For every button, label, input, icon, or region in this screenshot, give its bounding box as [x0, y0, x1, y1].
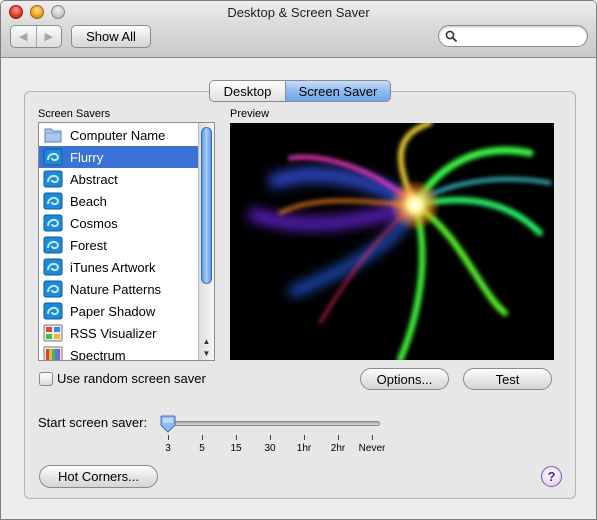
screensaver-swirl-icon [43, 214, 63, 232]
screensaver-swirl-icon [43, 302, 63, 320]
slider-tick [372, 435, 373, 440]
scroll-down-arrow-icon[interactable]: ▼ [199, 347, 214, 360]
slider-tick [202, 435, 203, 440]
slider-tick-label: 2hr [330, 443, 346, 454]
list-item[interactable]: Computer Name [39, 124, 198, 146]
tab-screen-saver[interactable]: Screen Saver [286, 81, 390, 101]
slider-tick-label: 1hr [296, 443, 312, 454]
slider-tick-label: 15 [230, 443, 242, 454]
screen-savers-heading: Screen Savers [38, 108, 111, 120]
list-item[interactable]: Spectrum [39, 344, 198, 361]
list-item-label: Spectrum [70, 347, 126, 361]
slider-tick-label: 3 [165, 443, 171, 454]
list-item[interactable]: iTunes Artwork [39, 256, 198, 278]
random-screen-saver-label: Use random screen saver [57, 371, 206, 386]
list-item[interactable]: Abstract [39, 168, 198, 190]
list-item[interactable]: Flurry [39, 146, 198, 168]
options-button[interactable]: Options... [360, 368, 449, 390]
screensaver-swirl-icon [43, 236, 63, 254]
slider-tick-label: 30 [264, 443, 276, 454]
window-title: Desktop & Screen Saver [227, 5, 370, 20]
scrollbar-thumb[interactable] [201, 127, 212, 284]
forward-arrow-icon[interactable]: ▶ [37, 26, 62, 47]
tab-bar: Desktop Screen Saver [209, 80, 391, 102]
random-screen-saver-checkbox[interactable] [39, 372, 53, 386]
slider-tick-label: 5 [199, 443, 205, 454]
list-item-label: iTunes Artwork [70, 259, 156, 275]
screensaver-swirl-icon [43, 258, 63, 276]
spectrum-icon [43, 346, 63, 360]
screen-saver-preview [230, 123, 554, 360]
tab-desktop[interactable]: Desktop [210, 81, 286, 101]
start-saver-slider-knob[interactable] [160, 415, 176, 433]
list-item[interactable]: Nature Patterns [39, 278, 198, 300]
search-icon [445, 30, 457, 42]
preferences-window: Desktop & Screen Saver ◀ ▶ Show All Desk… [0, 0, 597, 520]
screensaver-swirl-icon [43, 280, 63, 298]
list-item-label: Computer Name [70, 127, 166, 143]
list-item[interactable]: Forest [39, 234, 198, 256]
list-item-label: Paper Shadow [70, 303, 156, 319]
test-button[interactable]: Test [463, 368, 552, 390]
start-saver-slider-track[interactable] [166, 421, 380, 426]
list-scrollbar[interactable]: ▲ ▼ [198, 123, 214, 360]
list-item[interactable]: Cosmos [39, 212, 198, 234]
search-input[interactable] [461, 28, 581, 44]
list-item[interactable]: Paper Shadow [39, 300, 198, 322]
slider-tick [168, 435, 169, 440]
help-icon: ? [547, 469, 556, 484]
list-item-label: Nature Patterns [70, 281, 162, 297]
folder-icon [43, 126, 63, 144]
slider-tick [236, 435, 237, 440]
title-bar: Desktop & Screen Saver ◀ ▶ Show All [1, 1, 596, 58]
list-item-label: Abstract [70, 171, 118, 187]
slider-tick [270, 435, 271, 440]
help-button[interactable]: ? [541, 466, 562, 487]
list-item-label: RSS Visualizer [70, 325, 157, 341]
list-item-label: Cosmos [70, 215, 118, 231]
preview-heading: Preview [230, 108, 270, 120]
screensaver-swirl-icon [43, 170, 63, 188]
rss-visualizer-icon [43, 324, 63, 342]
flurry-preview-image [247, 123, 552, 360]
list-item[interactable]: RSS Visualizer [39, 322, 198, 344]
slider-tick [338, 435, 339, 440]
screensaver-swirl-icon [43, 148, 63, 166]
back-forward-control: ◀ ▶ [10, 25, 62, 48]
test-label: Test [495, 371, 520, 387]
list-item[interactable]: Beach [39, 190, 198, 212]
screensaver-swirl-icon [43, 192, 63, 210]
list-item-label: Beach [70, 193, 107, 209]
list-item-label: Forest [70, 237, 107, 253]
show-all-button[interactable]: Show All [71, 25, 151, 48]
slider-tick-label: Never [358, 443, 386, 454]
options-label: Options... [376, 371, 433, 387]
slider-tick [304, 435, 305, 440]
hot-corners-button[interactable]: Hot Corners... [39, 465, 158, 488]
show-all-label: Show All [86, 29, 136, 44]
hot-corners-label: Hot Corners... [58, 469, 139, 484]
list-item-label: Flurry [70, 149, 104, 165]
start-saver-label: Start screen saver: [38, 415, 148, 430]
screen-saver-list[interactable]: Computer Name Flurry Abstract Beach Cosmos Fo… [38, 122, 215, 361]
search-field[interactable] [438, 25, 588, 47]
back-arrow-icon[interactable]: ◀ [11, 26, 37, 47]
